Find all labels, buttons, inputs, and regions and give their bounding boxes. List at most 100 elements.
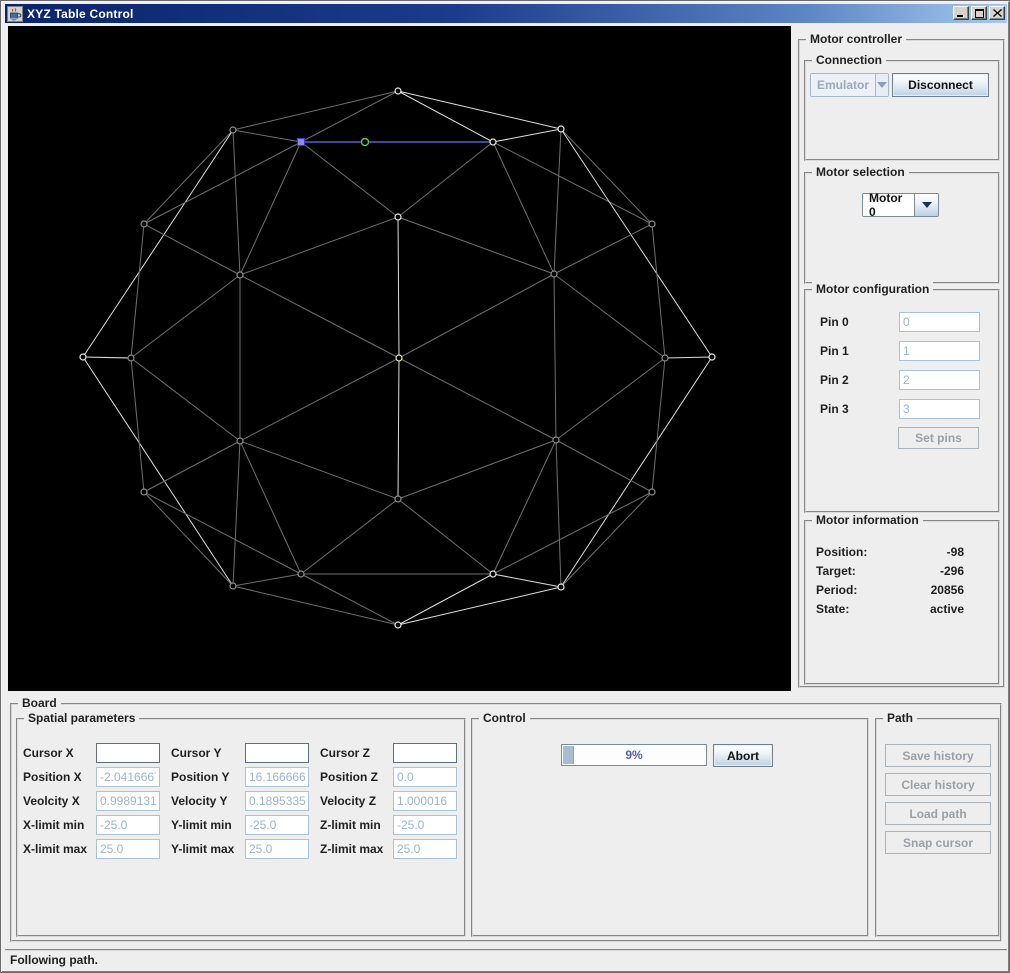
- clear-history-button[interactable]: Clear history: [885, 773, 991, 796]
- graph-edge: [82, 356, 132, 359]
- graph-edge: [232, 573, 302, 587]
- graph-edge: [232, 585, 399, 626]
- disconnect-button[interactable]: Disconnect: [892, 73, 989, 97]
- graph-edge: [239, 274, 400, 359]
- load-path-button[interactable]: Load path: [885, 802, 991, 825]
- spatial-label: X-limit max: [23, 842, 88, 856]
- motor-configuration-group: Motor configuration Pin 0 Pin 1 Pin 2 Pin 3: [804, 282, 1000, 513]
- motor-information-title: Motor information: [812, 513, 923, 527]
- graph-node: [648, 220, 656, 228]
- graph-node: [229, 582, 237, 590]
- maximize-icon: [974, 8, 984, 18]
- spatial-field[interactable]: [96, 743, 160, 763]
- maximize-button[interactable]: [971, 6, 987, 20]
- progress-label: 9%: [625, 748, 643, 762]
- info-row: State: active: [816, 602, 990, 618]
- graph-edge: [397, 357, 400, 500]
- spatial-parameters-title: Spatial parameters: [24, 711, 140, 725]
- close-button[interactable]: [989, 6, 1005, 20]
- graph-edge: [143, 440, 241, 493]
- graph-edge: [82, 129, 234, 358]
- java-coffee-icon: [7, 5, 23, 22]
- pin-field[interactable]: [899, 341, 980, 361]
- graph-edge: [130, 357, 145, 493]
- pin-field[interactable]: [899, 370, 980, 390]
- minimize-button[interactable]: [953, 6, 969, 20]
- info-label: Target:: [816, 564, 856, 578]
- spatial-field[interactable]: [393, 839, 457, 859]
- graph-edge: [651, 357, 666, 493]
- spatial-label: X-limit min: [23, 818, 85, 832]
- pin-label: Pin 0: [820, 315, 849, 329]
- spatial-field[interactable]: [96, 791, 160, 811]
- window-title: XYZ Table Control: [27, 6, 134, 21]
- graph-edge: [555, 439, 562, 588]
- spatial-label: Y-limit min: [171, 818, 232, 832]
- graph-edge: [130, 357, 241, 442]
- graph-node: [229, 126, 237, 134]
- spatial-label: Velocity Z: [320, 794, 377, 808]
- graph-edge: [397, 90, 562, 130]
- chevron-down-icon[interactable]: [914, 194, 938, 216]
- spatial-label: Z-limit min: [320, 818, 381, 832]
- graph-edge: [397, 216, 555, 275]
- graph-node: [648, 488, 656, 496]
- spatial-label: Cursor Y: [171, 746, 222, 760]
- graph-edge: [232, 129, 302, 143]
- info-value: 20856: [930, 583, 964, 597]
- abort-button[interactable]: Abort: [713, 744, 773, 767]
- set-pins-button[interactable]: Set pins: [898, 427, 979, 449]
- spatial-field[interactable]: [393, 791, 457, 811]
- graph-node: [394, 495, 402, 503]
- graph-edge: [492, 141, 653, 225]
- minimize-icon: [957, 15, 963, 17]
- graph-node: [127, 354, 135, 362]
- motor-selection-group: Motor selection: [804, 165, 1000, 284]
- spatial-field[interactable]: [393, 743, 457, 763]
- spatial-label: Position X: [23, 770, 82, 784]
- cursor-marker: [360, 137, 370, 147]
- chevron-down-icon[interactable]: [875, 74, 888, 96]
- graph-edge: [560, 491, 653, 588]
- graph-edge: [398, 273, 555, 359]
- info-label: Position:: [816, 545, 868, 559]
- connection-combo[interactable]: Emulator: [810, 73, 889, 97]
- graph-edge: [553, 273, 666, 359]
- snap-cursor-button[interactable]: Snap cursor: [885, 831, 991, 854]
- pin-label: Pin 3: [820, 402, 849, 416]
- spatial-field[interactable]: [96, 815, 160, 835]
- graph-edge: [143, 129, 234, 225]
- graph-node: [661, 354, 669, 362]
- pin-field[interactable]: [899, 312, 980, 332]
- motor-configuration-title: Motor configuration: [812, 282, 934, 296]
- spatial-field[interactable]: [393, 815, 457, 835]
- spatial-field[interactable]: [393, 767, 457, 787]
- spatial-label: Position Z: [320, 770, 378, 784]
- graph-node: [236, 271, 244, 279]
- info-row: Target: -296: [816, 564, 990, 580]
- connection-combo-value: Emulator: [811, 74, 876, 96]
- graph-edge: [397, 141, 494, 218]
- graph-edge: [239, 357, 400, 442]
- graph-edge: [397, 216, 400, 359]
- graph-edge: [555, 357, 666, 441]
- table-view-canvas[interactable]: [8, 26, 791, 691]
- spatial-field[interactable]: [245, 743, 309, 763]
- pin-label: Pin 2: [820, 373, 849, 387]
- pin-field[interactable]: [899, 399, 980, 419]
- spatial-field[interactable]: [245, 839, 309, 859]
- graph-node: [236, 437, 244, 445]
- app-window: XYZ Table Control Motor controller Conne…: [0, 0, 1010, 973]
- spatial-field[interactable]: [245, 767, 309, 787]
- motor-select-combo-value: Motor 0: [863, 191, 914, 219]
- motor-information-group: Motor information Position: -98 Target: -29…: [804, 513, 1000, 685]
- graph-node: [557, 125, 565, 133]
- motor-select-combo[interactable]: Motor 0: [862, 191, 939, 219]
- save-history-button[interactable]: Save history: [885, 744, 991, 767]
- spatial-field[interactable]: [245, 791, 309, 811]
- info-row: Position: -98: [816, 545, 990, 561]
- spatial-field[interactable]: [96, 767, 160, 787]
- title-bar[interactable]: XYZ Table Control: [5, 4, 1007, 23]
- spatial-field[interactable]: [245, 815, 309, 835]
- spatial-field[interactable]: [96, 839, 160, 859]
